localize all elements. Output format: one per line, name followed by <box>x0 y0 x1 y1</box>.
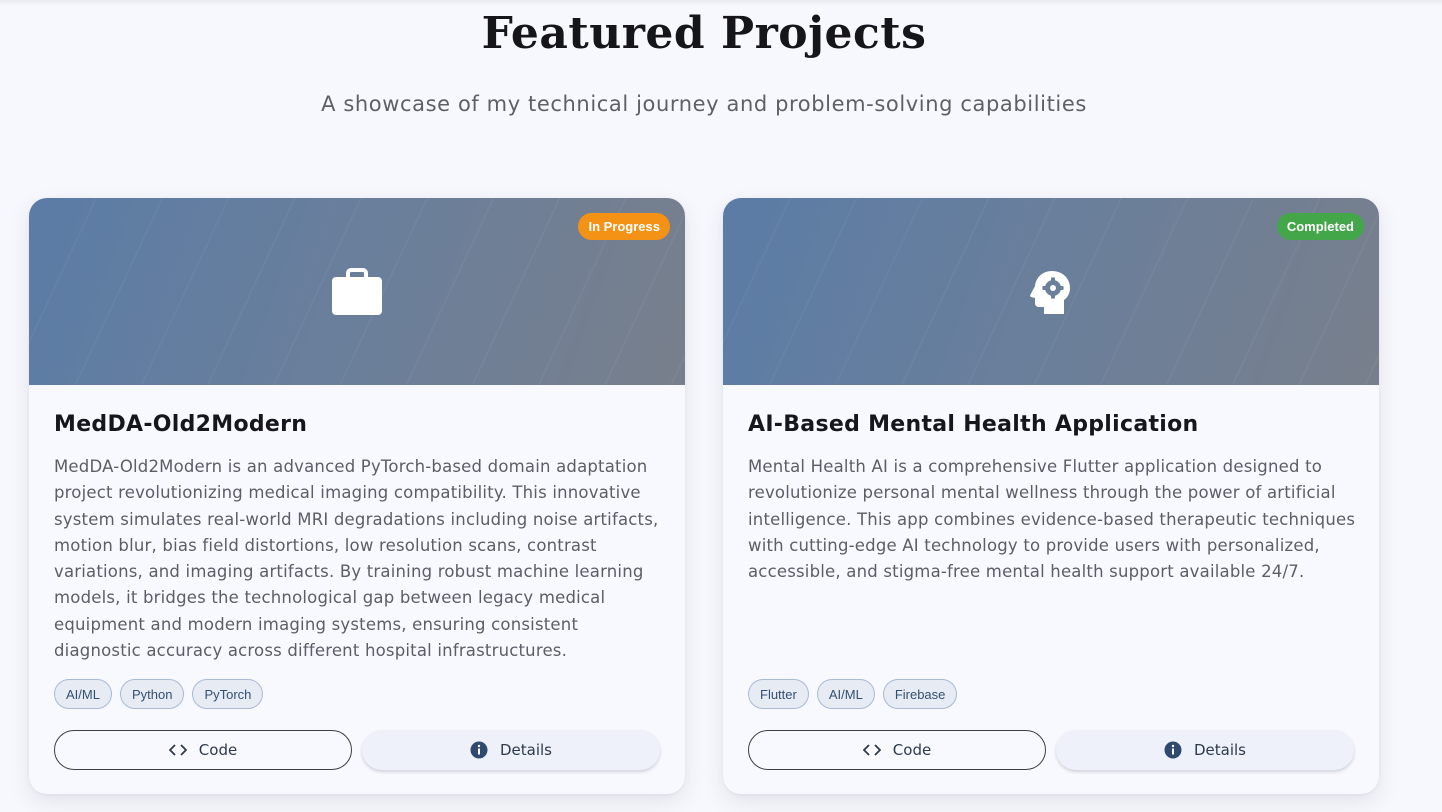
project-card-medda: In Progress MedDA-Old2Modern MedDA-Old2M… <box>29 198 685 794</box>
details-button[interactable]: Details <box>362 730 660 770</box>
code-button-label: Code <box>892 741 932 759</box>
tag-list: Flutter AI/ML Firebase <box>748 679 958 709</box>
project-description: Mental Health AI is a comprehensive Flut… <box>748 457 1356 582</box>
tag: AI/ML <box>54 679 112 709</box>
project-title: MedDA-Old2Modern <box>54 412 308 437</box>
code-button[interactable]: Code <box>54 730 352 770</box>
tag: Python <box>119 679 185 709</box>
status-badge: Completed <box>1276 213 1364 240</box>
details-button-label: Details <box>1193 741 1246 759</box>
code-button-label: Code <box>198 741 238 759</box>
tag: AI/ML <box>816 679 875 709</box>
info-icon <box>1164 741 1182 759</box>
details-button-label: Details <box>499 741 552 759</box>
tag: PyTorch <box>192 679 264 709</box>
code-button[interactable]: Code <box>748 730 1046 770</box>
project-card-mental-health: Completed AI-Based Mental Health Applica… <box>723 198 1379 794</box>
tag: Firebase <box>882 679 958 709</box>
code-icon <box>862 744 881 756</box>
tag: Flutter <box>748 679 809 709</box>
brain-gear-icon <box>1030 270 1070 314</box>
details-button[interactable]: Details <box>1056 730 1354 770</box>
code-icon <box>168 744 187 756</box>
project-title: AI-Based Mental Health Application <box>748 412 1199 437</box>
project-description: MedDA-Old2Modern is an advanced PyTorch-… <box>54 457 659 661</box>
briefcase-icon <box>332 267 382 315</box>
info-icon <box>470 741 488 759</box>
status-badge: In Progress <box>578 213 670 240</box>
page-subtitle: A showcase of my technical journey and p… <box>321 92 1087 116</box>
page-title: Featured Projects <box>481 8 927 59</box>
header-shadow <box>0 0 1442 6</box>
tag-list: AI/ML Python PyTorch <box>54 679 264 709</box>
